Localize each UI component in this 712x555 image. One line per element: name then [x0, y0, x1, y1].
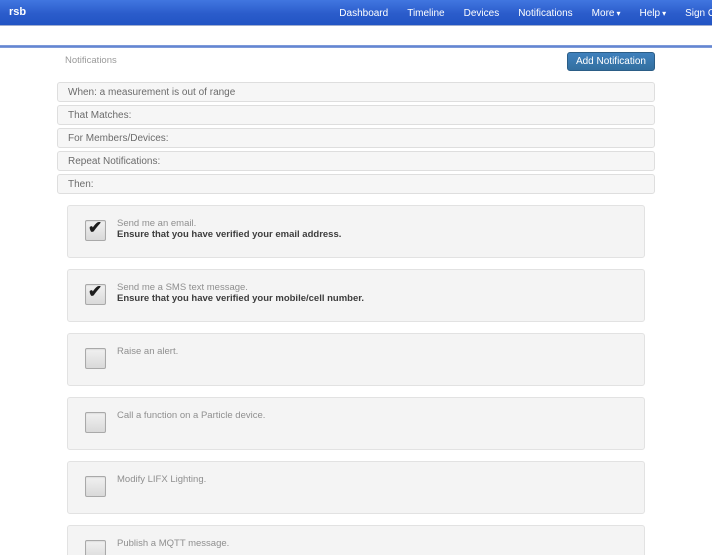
- nav-item-help[interactable]: Help ▾: [639, 1, 666, 26]
- add-notification-button[interactable]: Add Notification: [566, 52, 655, 71]
- then-option-row-2[interactable]: ✔ Raise an alert.: [67, 333, 645, 386]
- option-label: Publish a MQTT message.: [117, 538, 230, 549]
- panel-header-0[interactable]: When: a measurement is out of range: [57, 82, 655, 102]
- then-options-list: ✔ Send me an email. Ensure that you have…: [67, 205, 645, 555]
- nav-item-devices[interactable]: Devices: [464, 1, 500, 26]
- then-option-row-5[interactable]: ✔ Publish a MQTT message.: [67, 525, 645, 555]
- option-label: Raise an alert.: [117, 346, 179, 357]
- nav-item-sign-out[interactable]: Sign Out: [685, 1, 712, 26]
- navbar: rsb Dashboard Timeline Devices Notification…: [0, 0, 712, 26]
- panel-header-2[interactable]: For Members/Devices:: [57, 128, 655, 148]
- breadcrumb: Notifications: [65, 55, 117, 66]
- brand-link[interactable]: rsb: [9, 0, 26, 25]
- checkbox[interactable]: ✔: [85, 412, 106, 433]
- notification-panels: When: a measurement is out of range That…: [57, 82, 655, 555]
- caret-down-icon: ▾: [662, 8, 667, 18]
- checkbox[interactable]: ✔: [85, 218, 106, 241]
- then-option-row-3[interactable]: ✔ Call a function on a Particle device.: [67, 397, 645, 450]
- nav-item-notifications[interactable]: Notifications: [518, 1, 572, 26]
- checkbox[interactable]: ✔: [85, 476, 106, 497]
- caret-down-icon: ▾: [616, 8, 621, 18]
- panel-header-4[interactable]: Then:: [57, 174, 655, 194]
- nav-item-dashboard[interactable]: Dashboard: [339, 1, 388, 26]
- nav-menu: Dashboard Timeline Devices Notifications Mor…: [339, 0, 712, 26]
- panel-header-3[interactable]: Repeat Notifications:: [57, 151, 655, 171]
- checkbox[interactable]: ✔: [85, 540, 106, 555]
- option-label: Send me an email.: [117, 218, 197, 229]
- checkbox[interactable]: ✔: [85, 282, 106, 305]
- then-option-row-0[interactable]: ✔ Send me an email. Ensure that you have…: [67, 205, 645, 258]
- check-icon: ✔: [88, 282, 103, 301]
- nav-item-more[interactable]: More ▾: [592, 1, 621, 26]
- panel-header-1[interactable]: That Matches:: [57, 105, 655, 125]
- option-label: Call a function on a Particle device.: [117, 410, 266, 421]
- nav-item-timeline[interactable]: Timeline: [407, 1, 444, 26]
- option-label: Modify LIFX Lighting.: [117, 474, 207, 485]
- option-note: Ensure that you have verified your email…: [117, 229, 342, 240]
- then-option-row-4[interactable]: ✔ Modify LIFX Lighting.: [67, 461, 645, 514]
- page-header: Notifications Add Notification: [57, 48, 655, 78]
- option-note: Ensure that you have verified your mobil…: [117, 293, 365, 304]
- option-label: Send me a SMS text message.: [117, 282, 248, 293]
- check-icon: ✔: [88, 218, 103, 237]
- then-option-row-1[interactable]: ✔ Send me a SMS text message. Ensure tha…: [67, 269, 645, 322]
- checkbox[interactable]: ✔: [85, 348, 106, 369]
